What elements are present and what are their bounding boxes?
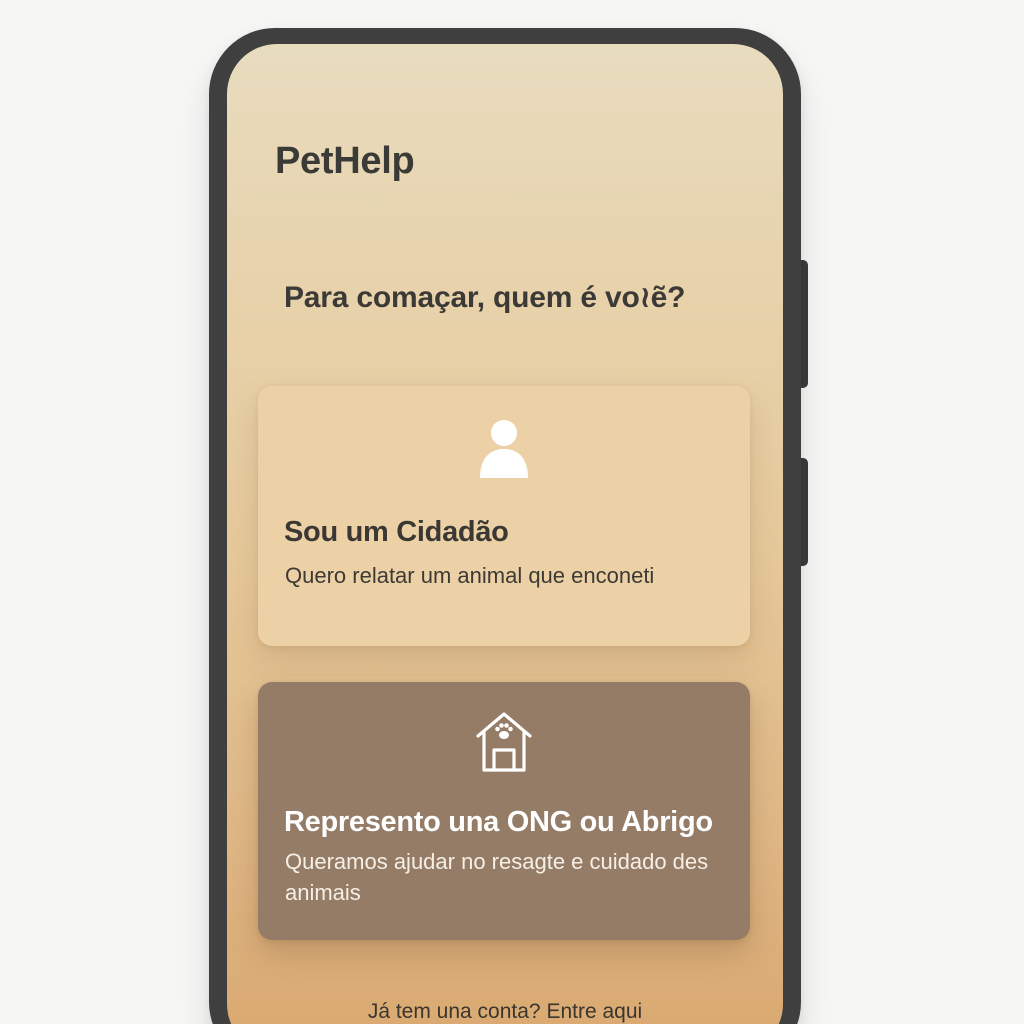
citizen-option-card[interactable]: Sou um Cidadão Quero relatar um animal q…	[258, 386, 750, 646]
phone-screen: PetHelp Para comaçar, quem é vo≀ẽ? Sou u…	[227, 44, 783, 1024]
citizen-card-title: Sou um Cidadão	[284, 516, 509, 548]
stage: PetHelp Para comaçar, quem é vo≀ẽ? Sou u…	[0, 0, 1024, 1024]
citizen-card-description: Quero relatar um animal que enconeti	[285, 563, 655, 588]
onboarding-prompt: Para comaçar, quem é vo≀ẽ?	[284, 281, 686, 314]
ngo-card-title: Represento una ONG ou Abrigo	[284, 806, 713, 838]
ngo-card-description: Queramos ajudar no resagte e cuidado des…	[285, 849, 709, 905]
app-title: PetHelp	[275, 140, 415, 182]
login-link[interactable]: Já tem una conta? Entre aqui	[227, 1000, 783, 1024]
ngo-option-card[interactable]: Represento una ONG ou Abrigo Queramos aj…	[258, 682, 750, 940]
person-icon	[480, 420, 528, 478]
phone-frame: PetHelp Para comaçar, quem é vo≀ẽ? Sou u…	[209, 28, 801, 1024]
doghouse-paw-icon	[476, 712, 532, 772]
